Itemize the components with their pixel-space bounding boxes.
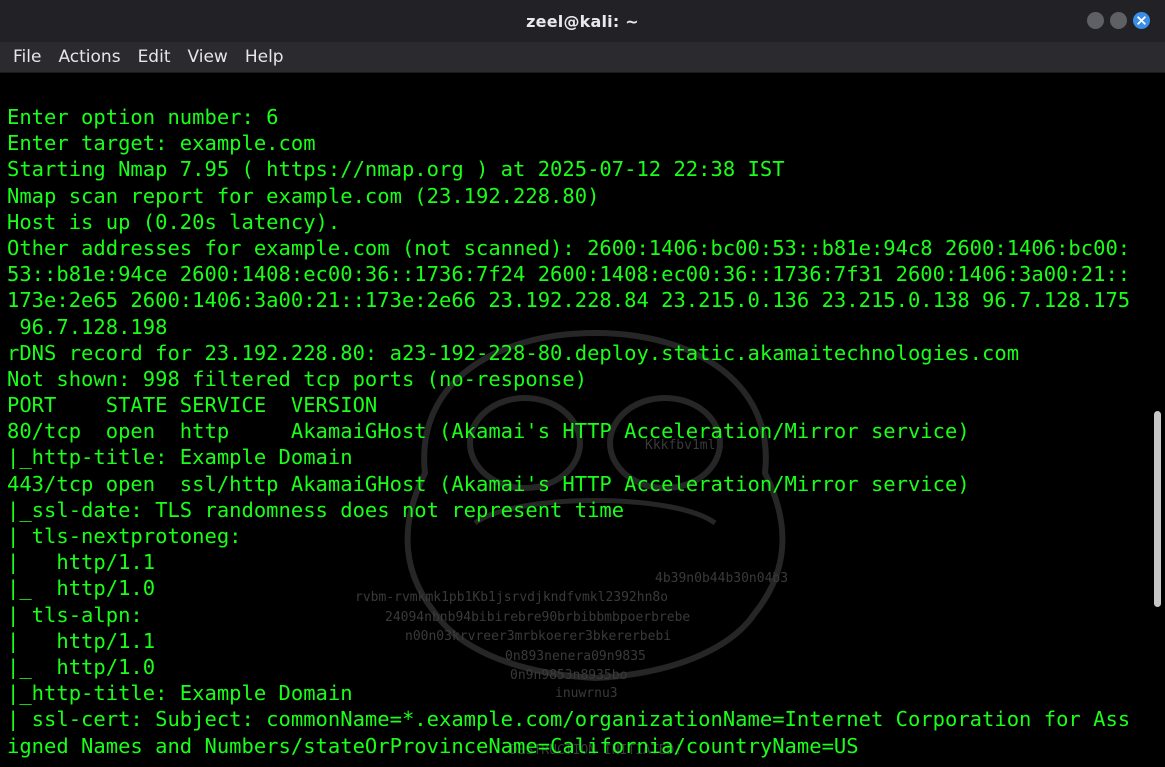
window-controls [1087,12,1150,29]
terminal-line: |_ssl-date: TLS randomness does not repr… [7,497,625,522]
terminal-line: Not shown: 998 filtered tcp ports (no-re… [7,366,588,391]
scrollbar-thumb[interactable] [1154,411,1161,607]
terminal-line: Enter target: example.com [7,131,316,156]
terminal-line: | http/1.1 [7,628,156,653]
terminal-line: | http/1.1 [7,550,156,575]
terminal-line: 53::b81e:94ce 2600:1408:ec00:36::1736:7f… [7,262,1131,287]
terminal-line: |_ http/1.0 [7,576,156,601]
menu-actions[interactable]: Actions [58,47,120,67]
terminal-line: Enter option number: 6 [7,105,279,129]
terminal-line: PORT STATE SERVICE VERSION [7,393,378,418]
window-title: zeel@kali: ~ [526,11,639,31]
terminal-line: | tls-alpn: [7,602,156,627]
menu-bar: File Actions Edit View Help [0,42,1165,73]
scrollbar[interactable] [1150,73,1165,767]
menu-file[interactable]: File [13,47,41,67]
menu-view[interactable]: View [187,47,227,67]
terminal-line: |_http-title: Example Domain [7,445,353,470]
terminal-line: 80/tcp open http AkamaiGHost (Akamai's H… [7,419,970,444]
terminal-line: 173e:2e65 2600:1406:3a00:21::173e:2e66 2… [7,288,1131,313]
terminal-line: Host is up (0.20s latency). [7,209,341,234]
maximize-icon[interactable] [1110,12,1127,29]
terminal-line: Starting Nmap 7.95 ( https://nmap.org ) … [7,157,785,182]
terminal-line: igned Names and Numbers/stateOrProvinceN… [7,733,859,758]
terminal-line: | ssl-cert: Subject: commonName=*.exampl… [7,707,1131,732]
terminal-output[interactable]: Kkkfbv1ml 4b39n0b44b30n04b3 rvbm-rvmkmk1… [0,73,1150,767]
terminal-line: | tls-nextprotoneg: [7,524,254,548]
terminal-lines: Enter option number: 6 Enter target: exa… [7,104,1130,759]
terminal-line: 96.7.128.198 [7,314,168,339]
menu-edit[interactable]: Edit [138,47,171,67]
minimize-icon[interactable] [1087,12,1104,29]
terminal-line: 443/tcp open ssl/http AkamaiGHost (Akama… [7,471,970,496]
terminal-line: |_ http/1.0 [7,654,156,679]
close-icon[interactable] [1133,12,1150,29]
terminal-line: Other addresses for example.com (not sca… [7,235,1131,260]
terminal-line: Nmap scan report for example.com (23.192… [7,183,600,208]
terminal-window: zeel@kali: ~ File Actions Edit View Help [0,0,1165,767]
menu-help[interactable]: Help [245,47,284,67]
title-bar[interactable]: zeel@kali: ~ [0,0,1165,42]
terminal-line: rDNS record for 23.192.228.80: a23-192-2… [7,340,1020,365]
terminal-line: |_http-title: Example Domain [7,681,353,706]
close-x-glyph [1137,16,1146,25]
